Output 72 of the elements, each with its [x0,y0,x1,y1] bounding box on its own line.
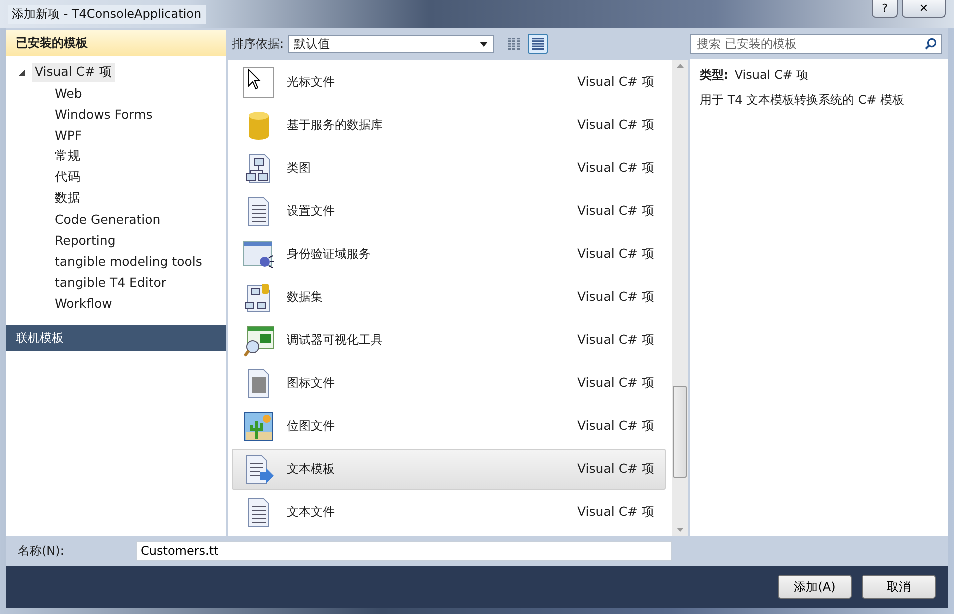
scroll-up-icon[interactable] [676,64,684,68]
search-icon [925,38,937,50]
template-description: 用于 T4 文本模板转换系统的 C# 模板 [700,92,906,109]
template-name: 基于服务的数据库 [287,117,384,134]
caret-icon [480,42,488,46]
template-name: 光标文件 [287,74,336,91]
template-item[interactable]: 基于服务的数据库 Visual C# 项 [232,105,666,146]
tree-item[interactable]: tangible T4 Editor [52,274,170,291]
type-label: 类型: [700,67,729,84]
tree-item[interactable]: Web [52,85,86,102]
template-type: Visual C# 项 [578,74,655,91]
tree-item[interactable]: tangible modeling tools [52,253,206,270]
template-name: 图标文件 [287,375,336,392]
template-icon [243,238,275,270]
template-item[interactable]: 文本模板 Visual C# 项 [232,449,666,490]
expand-triangle-icon[interactable] [18,68,26,76]
tree-item[interactable]: 数据 [52,189,84,208]
tree-item[interactable]: Visual C# 项 [32,63,116,82]
list-view-button[interactable] [528,34,548,54]
template-name: 身份验证域服务 [287,246,372,263]
template-type: Visual C# 项 [578,117,655,134]
template-name: 调试器可视化工具 [287,332,384,349]
tree-item[interactable]: Workflow [52,295,116,312]
scroll-down-icon[interactable] [676,528,684,532]
template-icon [243,66,275,98]
tree-item[interactable]: Reporting [52,232,119,249]
template-name: 文本模板 [287,461,336,478]
template-icon [243,324,275,356]
template-type: Visual C# 项 [578,332,655,349]
template-type: Visual C# 项 [578,461,655,478]
name-input[interactable]: Customers.tt [136,541,672,561]
sort-label: 排序依据: [232,36,284,52]
template-item[interactable]: 光标文件 Visual C# 项 [232,62,666,103]
sidebar-section[interactable]: 已安装的模板 [6,30,226,56]
tree-item[interactable]: Windows Forms [52,106,156,123]
tree-item[interactable]: 代码 [52,168,84,187]
tree-item[interactable]: WPF [52,127,86,144]
title-bar-button[interactable]: ? [872,0,898,18]
template-icon [243,410,275,442]
template-item[interactable]: 类图 Visual C# 项 [232,148,666,189]
sidebar-section[interactable]: 联机模板 [6,325,226,351]
template-item[interactable]: 身份验证域服务 Visual C# 项 [232,234,666,275]
window-title: 添加新项 - T4ConsoleApplication [8,4,206,24]
template-type: Visual C# 项 [578,289,655,306]
template-item[interactable]: 调试器可视化工具 Visual C# 项 [232,320,666,361]
template-type: Visual C# 项 [578,418,655,435]
template-type: Visual C# 项 [578,375,655,392]
type-value: Visual C# 项 [734,67,809,84]
scrollbar-thumb[interactable] [673,386,687,478]
title-bar-button[interactable]: ✕ [902,0,946,18]
template-item[interactable]: 位图文件 Visual C# 项 [232,406,666,447]
sort-dropdown[interactable]: 默认值 [288,35,494,53]
template-item[interactable]: 数据集 Visual C# 项 [232,277,666,318]
template-type: Visual C# 项 [578,246,655,263]
scrollbar[interactable] [672,60,688,536]
dialog-button[interactable]: 添加(A) [778,575,852,599]
template-type: Visual C# 项 [578,203,655,220]
template-name: 设置文件 [287,203,336,220]
template-name: 数据集 [287,289,324,306]
tree-item[interactable]: 常规 [52,147,84,166]
template-item[interactable]: 设置文件 Visual C# 项 [232,191,666,232]
tree-item[interactable]: Code Generation [52,211,164,228]
template-name: 文本文件 [287,504,336,521]
name-label: 名称(N): [18,542,66,560]
template-item[interactable]: 图标文件 Visual C# 项 [232,363,666,404]
template-name: 类图 [287,160,312,177]
search-field[interactable]: 搜索 已安装的模板 [690,34,942,54]
template-type: Visual C# 项 [578,504,655,521]
dialog-button[interactable]: 取消 [862,575,936,599]
template-type: Visual C# 项 [578,160,655,177]
template-item[interactable]: 文本文件 Visual C# 项 [232,492,666,533]
template-name: 位图文件 [287,418,336,435]
